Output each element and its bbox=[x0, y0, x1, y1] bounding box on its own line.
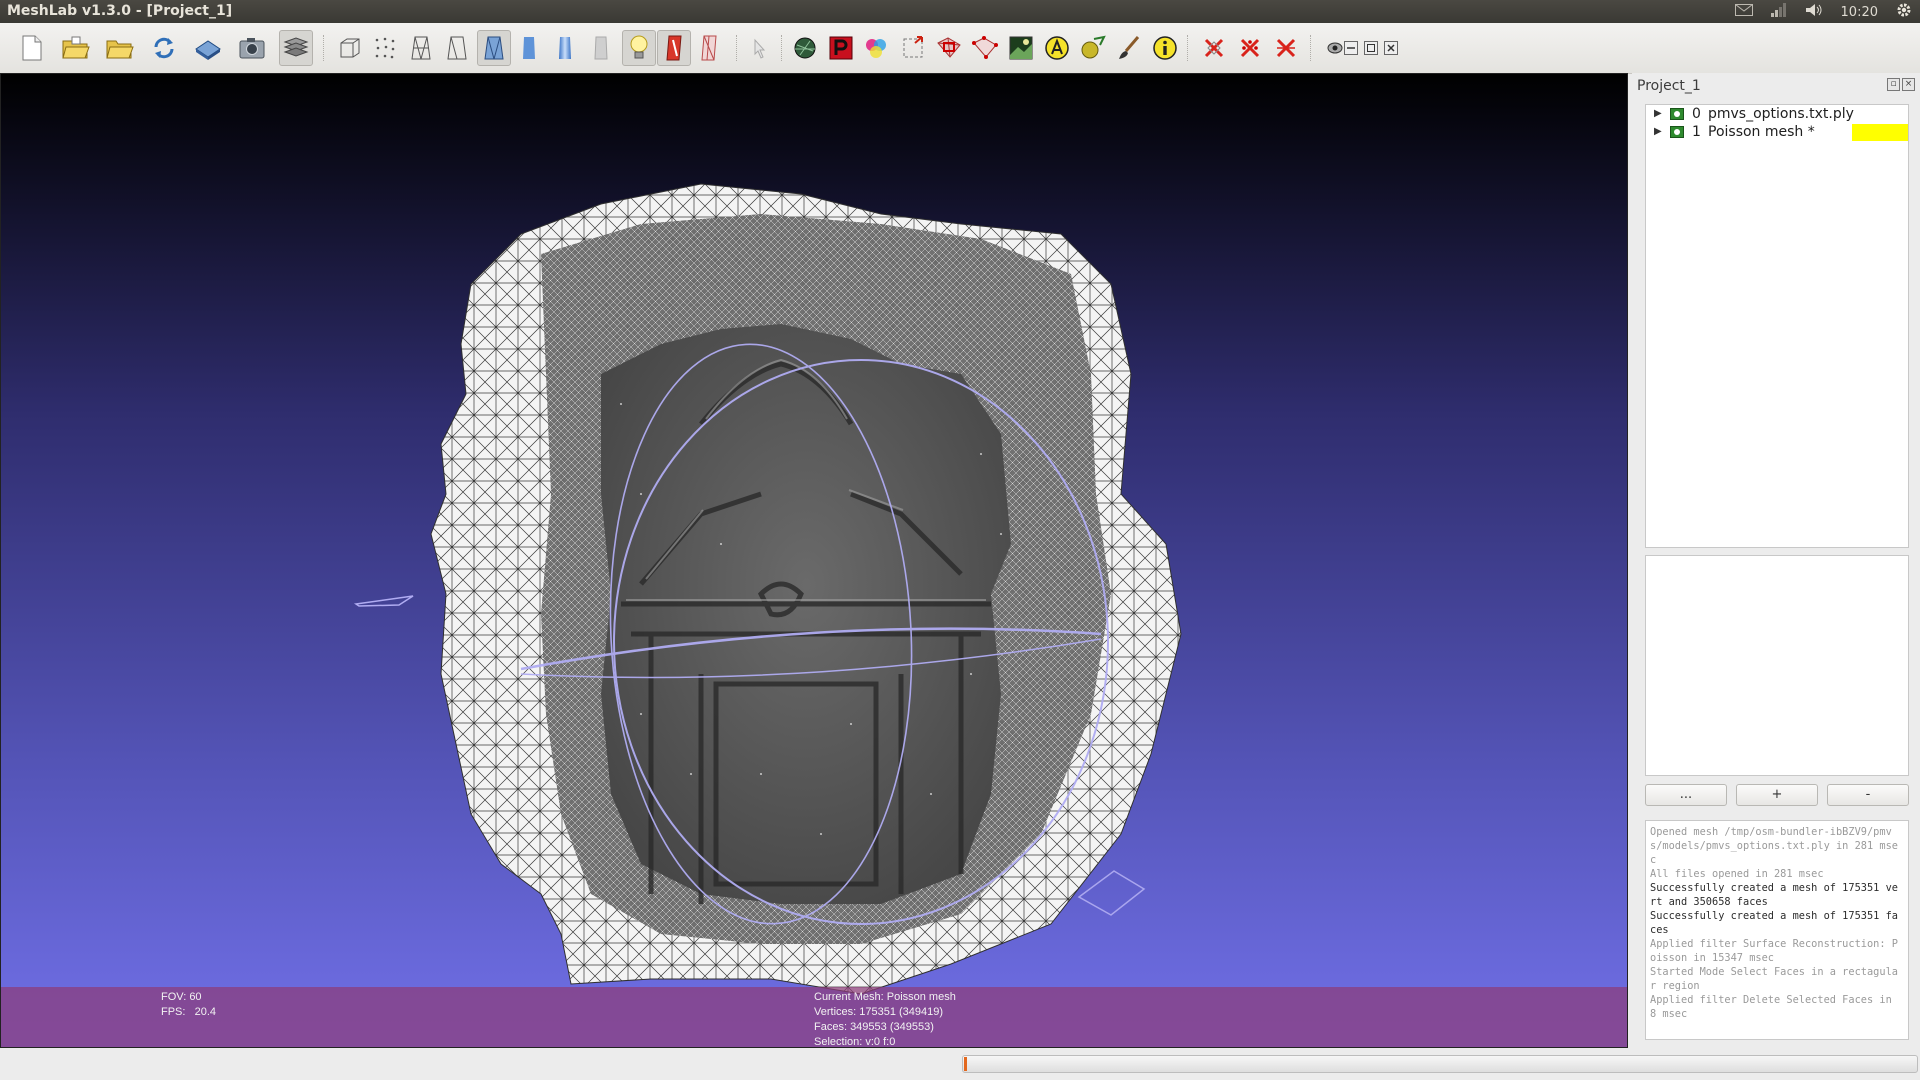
inspect-icon[interactable] bbox=[744, 32, 776, 64]
settings-gear-icon[interactable] bbox=[1896, 2, 1912, 22]
camera-frame-left bbox=[353, 595, 414, 607]
progress-fill bbox=[964, 1057, 967, 1071]
smooth-icon[interactable] bbox=[549, 32, 581, 64]
expand-arrow-icon[interactable]: ▶ bbox=[1654, 108, 1662, 119]
fps-readout: FPS: 20.4 bbox=[161, 1006, 217, 1018]
manipulator-icon[interactable] bbox=[897, 32, 929, 64]
vertices-readout: Vertices: 175351 (349419) bbox=[814, 1006, 944, 1018]
align-icon[interactable] bbox=[1077, 32, 1109, 64]
light-icon[interactable] bbox=[622, 30, 656, 66]
visibility-eye-icon[interactable] bbox=[1670, 126, 1684, 138]
camera-frame-right bbox=[1077, 870, 1146, 916]
current-mesh-readout: Current Mesh: Poisson mesh bbox=[814, 991, 956, 1003]
delete-faces-icon[interactable] bbox=[1198, 32, 1230, 64]
expand-arrow-icon[interactable]: ▶ bbox=[1654, 126, 1662, 137]
panel-close-icon[interactable]: × bbox=[1902, 78, 1915, 91]
faces-readout: Faces: 349553 (349553) bbox=[814, 1021, 934, 1033]
3d-viewport[interactable]: FOV: 60 FPS: 20.4 Current Mesh: Poisson … bbox=[0, 73, 1628, 1048]
flat-icon[interactable] bbox=[513, 32, 545, 64]
double-side-icon[interactable] bbox=[657, 30, 691, 66]
measure-icon[interactable] bbox=[1041, 32, 1073, 64]
fov-readout: FOV: 60 bbox=[161, 991, 202, 1003]
wireframe-icon[interactable] bbox=[405, 32, 437, 64]
delete-vertices-icon[interactable] bbox=[1234, 32, 1266, 64]
paint-texture-icon[interactable] bbox=[825, 32, 857, 64]
texture-icon[interactable] bbox=[585, 32, 617, 64]
selection-readout: Selection: v:0 f:0 bbox=[814, 1036, 896, 1048]
layer-selected-highlight bbox=[1852, 124, 1908, 141]
volume-icon[interactable] bbox=[1805, 3, 1823, 21]
layers-icon[interactable] bbox=[279, 30, 313, 66]
log-line: Applied filter Delete Selected Faces in … bbox=[1650, 994, 1898, 1020]
close-icon[interactable] bbox=[1383, 32, 1399, 64]
minimize-icon[interactable] bbox=[1343, 32, 1359, 64]
layer-row[interactable]: ▶ 0 pmvs_options.txt.ply bbox=[1646, 106, 1908, 124]
layer-index: 0 bbox=[1692, 106, 1701, 122]
select-faces-icon[interactable] bbox=[933, 32, 965, 64]
pick-icon[interactable] bbox=[789, 32, 821, 64]
points-icon[interactable] bbox=[369, 32, 401, 64]
select-vertices-icon[interactable] bbox=[969, 32, 1001, 64]
reload-icon[interactable] bbox=[148, 32, 180, 64]
delete-faces-vertices-icon[interactable] bbox=[1270, 32, 1302, 64]
visibility-eye-icon[interactable] bbox=[1670, 108, 1684, 120]
more-options-button[interactable]: ... bbox=[1645, 784, 1727, 806]
brush-icon[interactable] bbox=[1113, 32, 1145, 64]
window-title: MeshLab v1.3.0 - [Project_1] bbox=[7, 3, 233, 19]
color-icon[interactable] bbox=[861, 32, 893, 64]
backface-icon[interactable] bbox=[693, 32, 725, 64]
info-icon[interactable] bbox=[1149, 32, 1181, 64]
project-panel-title: Project_1 bbox=[1637, 78, 1701, 94]
layer-row[interactable]: ▶ 1 Poisson mesh * bbox=[1646, 124, 1908, 142]
bounding-box-icon[interactable] bbox=[334, 32, 366, 64]
layer-name[interactable]: Poisson mesh * bbox=[1708, 124, 1815, 140]
remove-button[interactable]: - bbox=[1827, 784, 1909, 806]
open-project-icon[interactable] bbox=[60, 32, 92, 64]
log-line: Applied filter Surface Reconstruction: P… bbox=[1650, 938, 1898, 964]
main-toolbar bbox=[0, 23, 1920, 74]
layer-index: 1 bbox=[1692, 124, 1701, 140]
hidden-lines-icon[interactable] bbox=[441, 32, 473, 64]
open-mesh-icon[interactable] bbox=[104, 32, 136, 64]
progress-bar bbox=[962, 1055, 1918, 1073]
log-line: Started Mode Select Faces in a rectagula… bbox=[1650, 966, 1898, 992]
raster-icon[interactable] bbox=[1005, 32, 1037, 64]
log-line: Successfully created a mesh of 175351 ve… bbox=[1650, 882, 1898, 908]
panel-float-icon[interactable]: ▫ bbox=[1887, 78, 1900, 91]
add-button[interactable]: + bbox=[1736, 784, 1818, 806]
log-line: Successfully created a mesh of 175351 fa… bbox=[1650, 910, 1898, 936]
save-icon[interactable] bbox=[192, 32, 224, 64]
viewport-info-bar: FOV: 60 FPS: 20.4 Current Mesh: Poisson … bbox=[1, 987, 1627, 1047]
decorator-panel bbox=[1645, 555, 1909, 776]
mesh-render[interactable] bbox=[1, 74, 1627, 1047]
new-project-icon[interactable] bbox=[16, 32, 48, 64]
poisson-surface bbox=[601, 324, 1011, 904]
network-icon[interactable] bbox=[1770, 3, 1787, 21]
snapshot-icon[interactable] bbox=[236, 32, 268, 64]
top-panel: MeshLab v1.3.0 - [Project_1] 10:20 bbox=[0, 0, 1920, 23]
log-line: Opened mesh /tmp/osm-bundler-ibBZV9/pmvs… bbox=[1650, 826, 1898, 866]
log-window[interactable]: Opened mesh /tmp/osm-bundler-ibBZV9/pmvs… bbox=[1645, 820, 1909, 1040]
flat-lines-icon[interactable] bbox=[477, 30, 511, 66]
project-panel: Project_1 ▫ × ▶ 0 pmvs_options.txt.ply ▶… bbox=[1632, 73, 1920, 1048]
restore-icon[interactable] bbox=[1363, 32, 1379, 64]
log-line: All files opened in 281 msec bbox=[1650, 868, 1824, 880]
layer-list: ▶ 0 pmvs_options.txt.ply ▶ 1 Poisson mes… bbox=[1645, 104, 1909, 548]
clock[interactable]: 10:20 bbox=[1841, 5, 1878, 20]
status-bar bbox=[0, 1050, 1920, 1080]
layer-name[interactable]: pmvs_options.txt.ply bbox=[1708, 106, 1854, 122]
panel-indicators: 10:20 bbox=[1734, 2, 1912, 22]
mail-icon[interactable] bbox=[1734, 4, 1753, 20]
